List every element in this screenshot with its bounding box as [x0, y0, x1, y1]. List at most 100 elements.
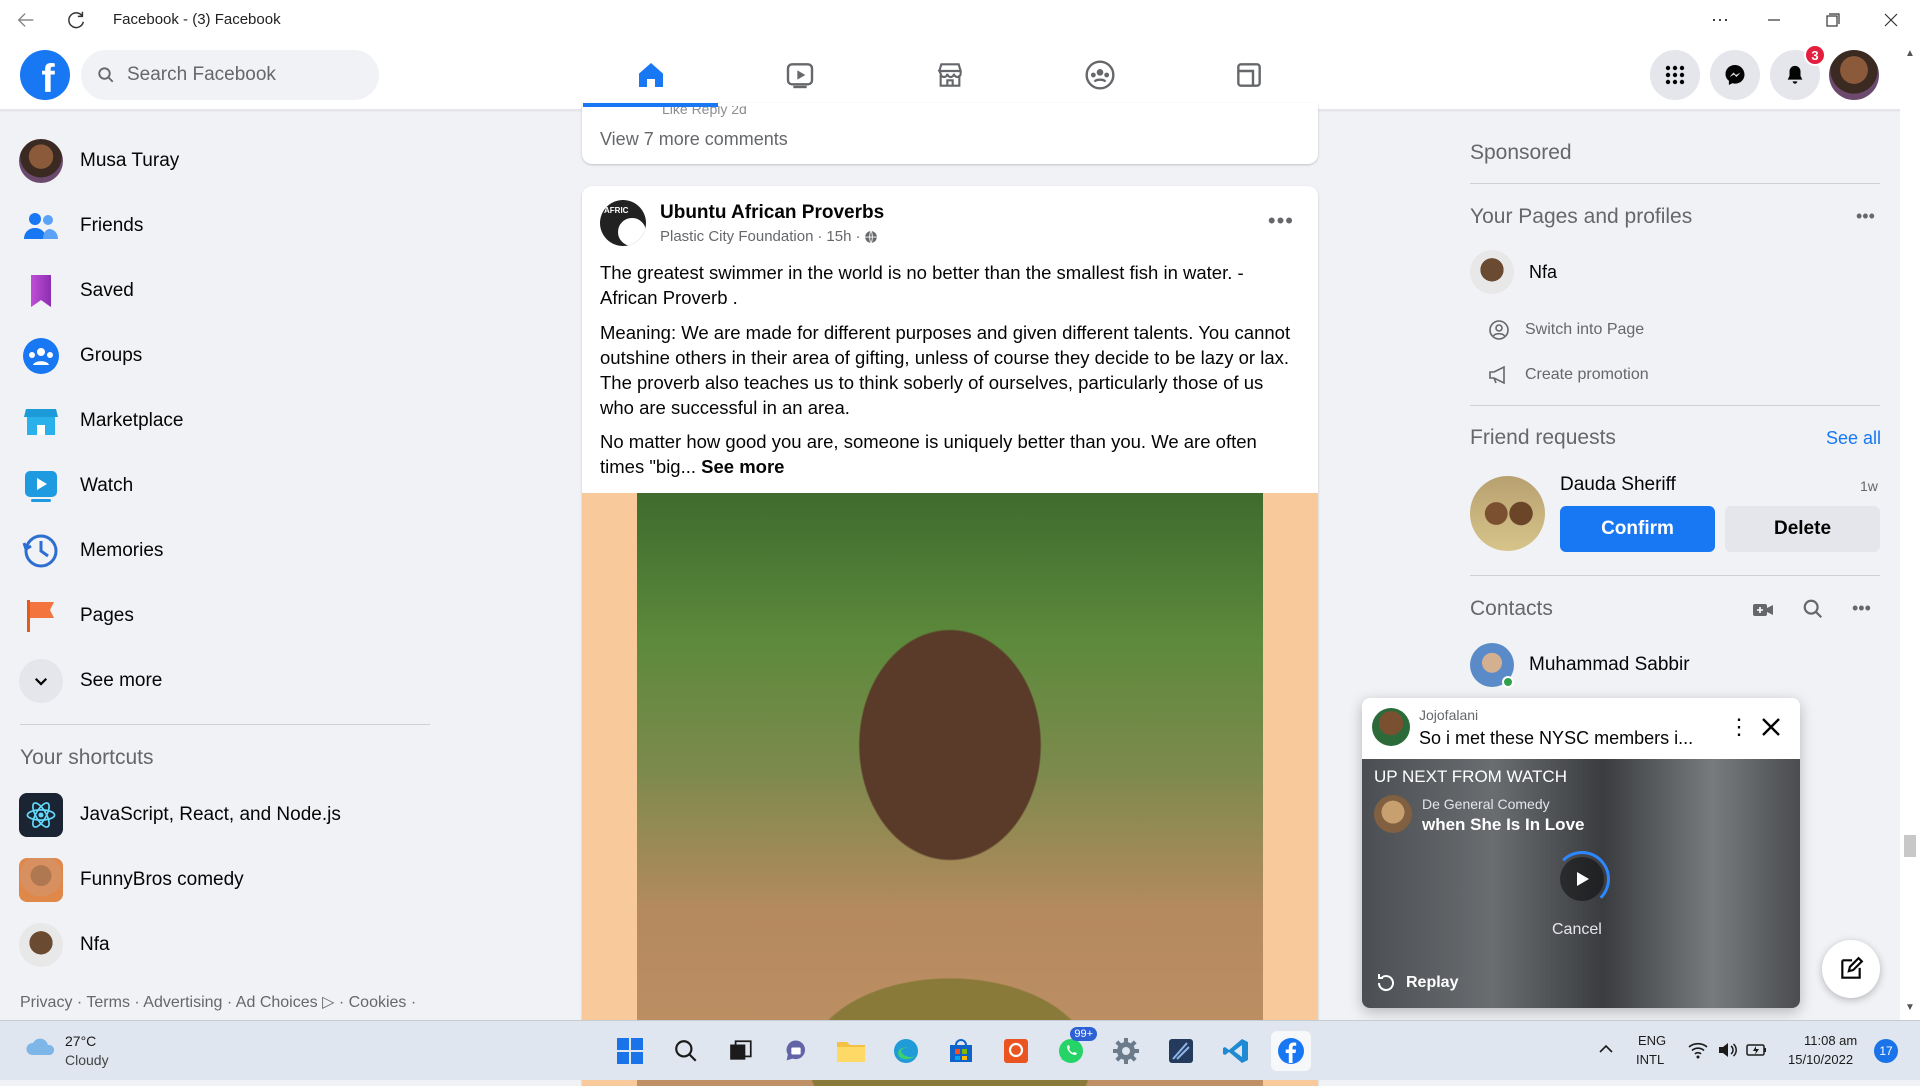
channel-avatar[interactable]: [1372, 708, 1410, 746]
clock-date[interactable]: 15/10/2022: [1788, 1052, 1853, 1067]
post-options-icon[interactable]: •••: [1268, 208, 1294, 234]
contact-name[interactable]: Muhammad Sabbir: [1529, 654, 1690, 676]
ad-choices-link[interactable]: Ad Choices: [236, 994, 318, 1011]
facebook-taskbar-icon[interactable]: [1271, 1031, 1311, 1071]
file-explorer-icon[interactable]: [831, 1031, 871, 1071]
sidebar-item-pages[interactable]: Pages: [18, 586, 438, 646]
refresh-icon[interactable]: [64, 8, 88, 32]
volume-icon[interactable]: [1717, 1041, 1737, 1059]
contacts-options-icon[interactable]: •••: [1852, 598, 1871, 619]
see-more-button[interactable]: See more: [18, 651, 438, 711]
see-all-link[interactable]: See all: [1826, 428, 1881, 449]
account-avatar[interactable]: [1829, 50, 1879, 100]
create-promotion-link[interactable]: Create promotion: [1487, 363, 1649, 387]
start-button[interactable]: [610, 1031, 650, 1071]
battery-charging-icon[interactable]: [1746, 1041, 1768, 1059]
search-contacts-icon[interactable]: [1802, 598, 1824, 620]
back-arrow-icon[interactable]: [14, 8, 38, 32]
search-box[interactable]: [81, 50, 379, 100]
tab-watch[interactable]: [732, 40, 867, 110]
play-button[interactable]: [1560, 857, 1604, 901]
tab-gaming[interactable]: [1181, 40, 1316, 110]
post-author[interactable]: Ubuntu African Proverbs: [660, 202, 884, 224]
cancel-button[interactable]: Cancel: [1552, 921, 1602, 939]
keyboard-layout[interactable]: INTL: [1636, 1052, 1664, 1067]
taskbar-search-icon[interactable]: [666, 1031, 706, 1071]
notification-center-badge[interactable]: 17: [1874, 1039, 1898, 1063]
friend-requests-title: Friend requests: [1470, 426, 1616, 449]
language-code[interactable]: ENG: [1638, 1033, 1666, 1048]
ubuntu-app-icon[interactable]: [996, 1031, 1036, 1071]
post-via[interactable]: Plastic City Foundation: [660, 228, 813, 245]
privacy-link[interactable]: Privacy: [20, 994, 72, 1011]
close-icon[interactable]: [1758, 714, 1784, 740]
scroll-thumb[interactable]: [1904, 835, 1916, 857]
messenger-button[interactable]: [1710, 50, 1760, 100]
sidebar-item-watch[interactable]: Watch: [18, 456, 438, 516]
pages-options-icon[interactable]: •••: [1856, 206, 1875, 227]
tab-marketplace[interactable]: [882, 40, 1017, 110]
minimize-icon[interactable]: [1762, 8, 1786, 32]
sidebar-item-memories[interactable]: Memories: [18, 521, 438, 581]
sidebar-item-profile[interactable]: Musa Turay: [18, 131, 438, 191]
menu-button[interactable]: [1650, 50, 1700, 100]
weather-cloud-icon[interactable]: [24, 1035, 58, 1059]
microsoft-store-icon[interactable]: [941, 1031, 981, 1071]
edge-browser-icon[interactable]: [886, 1031, 926, 1071]
page-scrollbar[interactable]: ▲ ▼: [1900, 40, 1920, 1020]
wifi-icon[interactable]: [1688, 1041, 1708, 1059]
request-name[interactable]: Dauda Sheriff: [1560, 474, 1676, 496]
vscode-icon[interactable]: [1216, 1031, 1256, 1071]
sidebar-item-friends[interactable]: Friends: [18, 196, 438, 256]
sidebar-item-saved[interactable]: Saved: [18, 261, 438, 321]
shortcut-javascript-react-node[interactable]: JavaScript, React, and Node.js: [18, 785, 438, 845]
delete-button[interactable]: Delete: [1725, 506, 1880, 552]
show-hidden-icons-icon[interactable]: [1598, 1041, 1614, 1057]
next-title[interactable]: when She Is In Love: [1422, 815, 1584, 835]
confirm-button[interactable]: Confirm: [1560, 506, 1715, 552]
teams-chat-icon[interactable]: [776, 1031, 816, 1071]
video-frame[interactable]: UP NEXT FROM WATCH De General Comedy whe…: [1362, 759, 1800, 1008]
clock-time[interactable]: 11:08 am: [1804, 1033, 1857, 1048]
scroll-down-icon[interactable]: ▼: [1905, 1002, 1915, 1013]
advertising-link[interactable]: Advertising: [143, 994, 222, 1011]
replay-button[interactable]: Replay: [1374, 971, 1458, 995]
switch-into-page-link[interactable]: Switch into Page: [1487, 318, 1644, 342]
see-more-link[interactable]: See more: [701, 456, 784, 477]
post-image[interactable]: [582, 493, 1318, 1086]
new-room-video-icon[interactable]: [1751, 598, 1775, 622]
restore-icon[interactable]: [1821, 8, 1845, 32]
design-app-icon[interactable]: [1161, 1031, 1201, 1071]
close-window-icon[interactable]: [1879, 8, 1903, 32]
nfa-page-avatar[interactable]: [1470, 250, 1514, 294]
new-message-button[interactable]: [1822, 940, 1880, 998]
video-channel[interactable]: Jojofalani: [1419, 707, 1478, 723]
sidebar-item-marketplace[interactable]: Marketplace: [18, 391, 438, 451]
whatsapp-icon[interactable]: 99+: [1051, 1027, 1097, 1071]
request-avatar[interactable]: [1470, 476, 1545, 551]
more-options-icon[interactable]: ⋯: [1708, 8, 1732, 32]
task-view-icon[interactable]: [721, 1031, 761, 1071]
tab-groups[interactable]: [1032, 40, 1167, 110]
shortcut-funnybros-comedy[interactable]: FunnyBros comedy: [18, 850, 438, 910]
tab-home[interactable]: [583, 40, 718, 110]
search-input[interactable]: [125, 63, 355, 87]
cookies-link[interactable]: Cookies: [349, 994, 407, 1011]
weather-temp[interactable]: 27°C: [65, 1033, 96, 1049]
post-time[interactable]: 15h: [826, 228, 851, 245]
scroll-up-icon[interactable]: ▲: [1905, 48, 1915, 59]
video-options-icon[interactable]: ⋮: [1728, 714, 1750, 740]
page-avatar[interactable]: AFRIC: [600, 200, 646, 246]
page-name[interactable]: Nfa: [1529, 262, 1557, 283]
video-title[interactable]: So i met these NYSC members i...: [1419, 728, 1693, 749]
view-more-comments-link[interactable]: View 7 more comments: [600, 129, 788, 150]
terms-link[interactable]: Terms: [86, 994, 130, 1011]
settings-gear-icon[interactable]: [1106, 1031, 1146, 1071]
saved-bookmark-icon: [31, 275, 51, 307]
sidebar-item-groups[interactable]: Groups: [18, 326, 438, 386]
menu-grid-icon: [1665, 65, 1685, 85]
facebook-logo-icon[interactable]: f: [20, 50, 70, 101]
shortcut-nfa[interactable]: Nfa: [18, 915, 438, 975]
weather-desc[interactable]: Cloudy: [65, 1052, 109, 1068]
notifications-button[interactable]: 3: [1770, 44, 1826, 100]
